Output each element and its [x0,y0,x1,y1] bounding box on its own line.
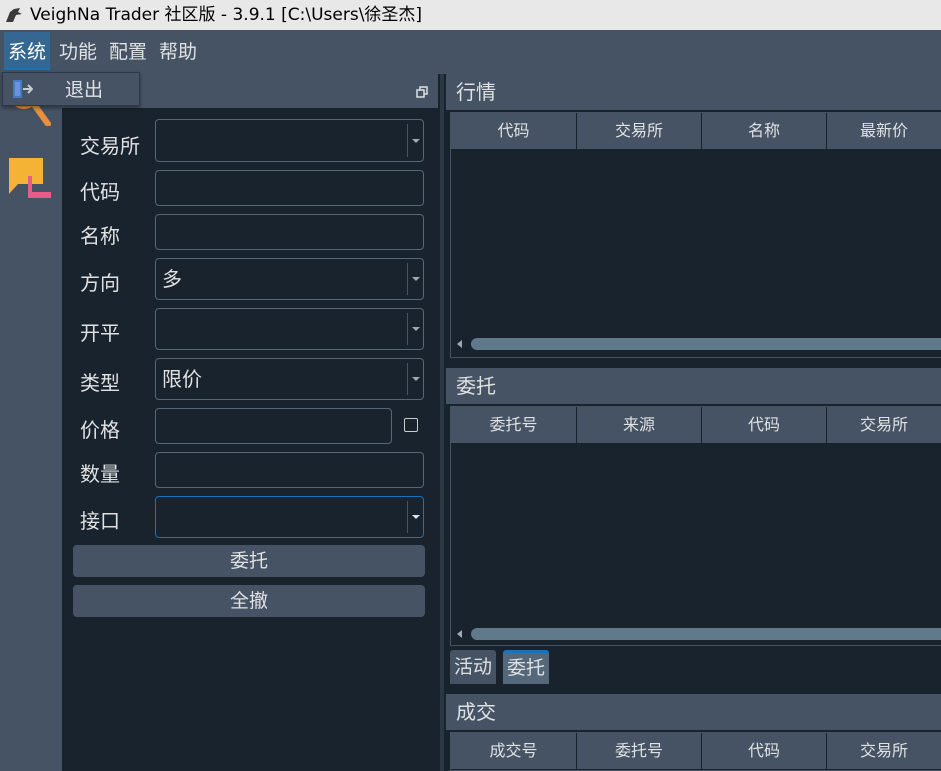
scrollbar-thumb[interactable] [471,628,941,640]
column-header[interactable]: 交易所 [827,733,941,769]
float-window-icon[interactable] [416,86,428,98]
exchange-combobox[interactable] [155,119,424,162]
column-header[interactable]: 代码 [702,407,827,443]
app-logo-icon [6,8,22,22]
name-label: 名称 [80,224,120,248]
price-label: 价格 [80,418,120,442]
gateway-label: 接口 [80,509,120,533]
type-label: 类型 [80,371,120,395]
column-header[interactable]: 名称 [702,113,827,149]
price-input[interactable] [155,408,392,444]
panel-splitter[interactable] [438,74,446,771]
column-header[interactable]: 代码 [451,113,577,149]
chat-icon[interactable] [6,154,54,202]
horizontal-scrollbar[interactable] [451,335,941,353]
type-combobox[interactable]: 限价 [155,358,424,400]
chevron-down-icon [407,501,423,533]
column-header[interactable]: 交易所 [577,113,702,149]
market-monitor-title: 行情 [446,74,941,110]
offset-combobox[interactable] [155,308,424,350]
window-title: VeighNa Trader 社区版 - 3.9.1 [C:\Users\徐圣杰… [30,5,423,25]
order-monitor-dock: 委托 委托号 来源 代码 交易所 [446,368,941,688]
direction-value: 多 [162,267,182,291]
direction-label: 方向 [80,271,120,295]
chevron-down-icon [407,363,423,395]
name-input[interactable] [155,214,424,250]
column-header[interactable]: 交易所 [827,407,941,443]
column-header[interactable]: 代码 [702,733,827,769]
trading-panel: 交易所 代码 名称 方向 多 开平 类型 限价 价格 数量 接口 委托 全撤 [62,74,438,771]
scroll-left-icon[interactable] [457,340,462,348]
gateway-combobox[interactable] [155,496,424,538]
trade-monitor-title: 成交 [446,694,941,730]
chevron-down-icon [407,263,423,295]
menubar: 系统 功能 配置 帮助 [0,30,941,74]
send-order-button[interactable]: 委托 [73,545,425,577]
offset-label: 开平 [80,321,120,345]
menu-function[interactable]: 功能 [55,32,101,70]
trade-monitor-dock: 成交 成交号 委托号 代码 交易所 [446,694,941,771]
exchange-label: 交易所 [80,134,140,158]
type-value: 限价 [162,367,202,391]
horizontal-scrollbar[interactable] [451,625,941,643]
symbol-input[interactable] [155,170,424,206]
column-header[interactable]: 来源 [577,407,702,443]
column-header[interactable]: 委托号 [451,407,577,443]
market-monitor-dock: 行情 代码 交易所 名称 最新价 [446,74,941,364]
symbol-label: 代码 [80,180,120,204]
order-table: 委托号 来源 代码 交易所 [450,406,941,646]
window-titlebar: VeighNa Trader 社区版 - 3.9.1 [C:\Users\徐圣杰… [0,0,941,30]
left-toolbar [0,74,62,771]
chevron-down-icon [407,313,423,345]
trade-table: 成交号 委托号 代码 交易所 [450,732,941,771]
menu-system[interactable]: 系统 [4,32,51,70]
chevron-down-icon [407,124,423,157]
order-monitor-title: 委托 [446,368,941,404]
market-table: 代码 交易所 名称 最新价 [450,112,941,358]
volume-label: 数量 [80,462,120,486]
direction-combobox[interactable]: 多 [155,258,424,300]
menu-help[interactable]: 帮助 [155,32,201,70]
tab-orders[interactable]: 委托 [503,650,550,684]
volume-input[interactable] [155,452,424,488]
scrollbar-thumb[interactable] [471,338,941,350]
tab-active[interactable]: 活动 [450,650,497,684]
column-header[interactable]: 最新价 [827,113,941,149]
system-menu-dropdown: 退出 [2,72,140,106]
cancel-all-button[interactable]: 全撤 [73,585,425,617]
menu-item-exit[interactable]: 退出 [65,73,103,107]
scroll-left-icon[interactable] [457,630,462,638]
price-checkbox[interactable] [404,418,418,432]
column-header[interactable]: 成交号 [451,733,577,769]
menu-config[interactable]: 配置 [105,32,151,70]
column-header[interactable]: 委托号 [577,733,702,769]
exit-icon [13,80,33,98]
